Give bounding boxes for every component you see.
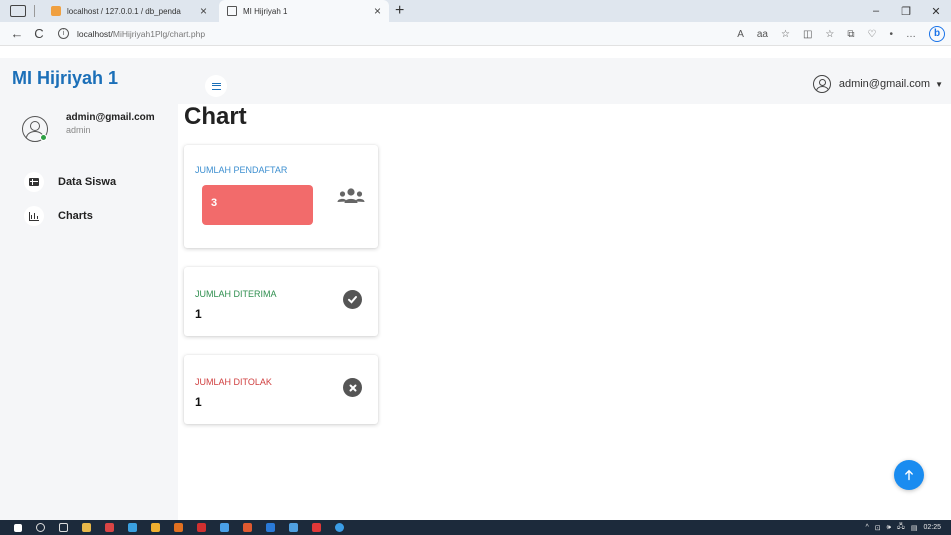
card-value: 1 bbox=[195, 307, 202, 321]
clock-time[interactable]: 02:25 bbox=[923, 524, 941, 531]
tab-title: MI Hijriyah 1 bbox=[243, 6, 288, 16]
online-status-icon bbox=[40, 134, 47, 141]
stat-card-diterima: JUMLAH DITERIMA 1 bbox=[184, 267, 378, 336]
back-button[interactable]: ← bbox=[6, 26, 28, 41]
split-screen-icon[interactable]: ◫ bbox=[803, 29, 812, 40]
tab-title: localhost / 127.0.0.1 / db_penda bbox=[67, 6, 181, 16]
edge-icon[interactable] bbox=[128, 523, 137, 532]
tray-wifi-icon[interactable]: 🖧 bbox=[897, 522, 905, 533]
read-aloud-icon[interactable]: A bbox=[737, 29, 744, 40]
app-icon[interactable] bbox=[174, 523, 183, 532]
url-path: MiHijriyah1Plg/chart.php bbox=[112, 28, 206, 39]
stat-card-pendaftar: JUMLAH PENDAFTAR 3 bbox=[184, 145, 378, 248]
task-view-icon[interactable] bbox=[59, 523, 68, 532]
collections-icon[interactable]: ⧉ bbox=[847, 29, 854, 40]
favorites-icon[interactable]: ☆ bbox=[825, 29, 834, 40]
system-tray: ^ ⊡ 🕪 🖧 ▤ 02:25 bbox=[865, 520, 941, 535]
sidebar: admin@gmail.com admin Data Siswa Charts bbox=[0, 104, 178, 520]
card-value: 3 bbox=[202, 185, 313, 225]
extensions-icon[interactable]: • bbox=[889, 29, 893, 40]
address-bar: ← C i localhost/MiHijriyah1Plg/chart.php… bbox=[0, 22, 951, 46]
card-label: JUMLAH DITOLAK bbox=[195, 377, 272, 387]
card-label: JUMLAH DITERIMA bbox=[195, 289, 277, 299]
check-circle-icon bbox=[343, 290, 362, 309]
app-icon[interactable] bbox=[243, 523, 252, 532]
browser-tab-bar: localhost / 127.0.0.1 / db_penda × MI Hi… bbox=[0, 0, 951, 22]
new-tab-button[interactable]: + bbox=[395, 2, 404, 20]
app-icon[interactable] bbox=[105, 523, 114, 532]
phpmyadmin-favicon-icon bbox=[51, 6, 61, 16]
app-icon[interactable] bbox=[220, 523, 229, 532]
stat-card-ditolak: JUMLAH DITOLAK 1 bbox=[184, 355, 378, 424]
url-host: localhost/ bbox=[77, 28, 113, 39]
minimize-button[interactable]: – bbox=[861, 5, 891, 17]
scroll-to-top-button[interactable] bbox=[894, 460, 924, 490]
tab-separator bbox=[34, 5, 35, 17]
tray-volume-icon[interactable]: 🕪 bbox=[887, 524, 891, 532]
app-icon[interactable] bbox=[289, 523, 298, 532]
reload-button[interactable]: C bbox=[28, 26, 50, 41]
sidebar-user-role: admin bbox=[66, 125, 91, 135]
arrow-up-icon bbox=[905, 469, 913, 481]
search-icon[interactable] bbox=[36, 523, 45, 532]
more-menu-icon[interactable]: … bbox=[906, 29, 916, 40]
app-icon[interactable] bbox=[312, 523, 321, 532]
header-user-email: admin@gmail.com bbox=[838, 78, 931, 90]
chrome-icon[interactable] bbox=[335, 523, 344, 532]
tab-actions-icon[interactable] bbox=[10, 5, 26, 17]
brand-title[interactable]: MI Hijriyah 1 bbox=[12, 68, 118, 89]
bar-chart-icon bbox=[29, 211, 39, 221]
browser-tab-phpmyadmin[interactable]: localhost / 127.0.0.1 / db_penda × bbox=[43, 0, 215, 22]
sidebar-item-data-siswa[interactable]: Data Siswa bbox=[24, 172, 116, 192]
file-explorer-icon[interactable] bbox=[82, 523, 91, 532]
sidebar-item-label: Charts bbox=[58, 210, 93, 222]
browser-essentials-icon[interactable]: ♡ bbox=[868, 29, 877, 40]
table-icon bbox=[29, 178, 39, 186]
copilot-icon[interactable]: b bbox=[929, 26, 945, 42]
window-controls: – ❐ ✕ bbox=[861, 0, 951, 22]
menu-icon bbox=[211, 82, 221, 90]
url-field[interactable]: i localhost/MiHijriyah1Plg/chart.php bbox=[58, 28, 205, 39]
users-icon bbox=[337, 188, 365, 203]
site-info-icon[interactable]: i bbox=[58, 28, 69, 39]
page-favicon-icon bbox=[227, 6, 237, 16]
app-icon[interactable] bbox=[197, 523, 206, 532]
tab-close-icon[interactable]: × bbox=[200, 4, 207, 18]
sidebar-item-charts[interactable]: Charts bbox=[24, 206, 93, 226]
favorite-star-icon[interactable]: ☆ bbox=[781, 29, 790, 40]
card-value: 1 bbox=[195, 395, 202, 409]
sidebar-user-email: admin@gmail.com bbox=[66, 112, 155, 123]
user-circle-icon bbox=[812, 75, 831, 93]
tray-notes-icon[interactable]: ▤ bbox=[911, 524, 918, 532]
tray-chevron-icon[interactable]: ^ bbox=[865, 524, 868, 531]
x-circle-icon bbox=[343, 378, 362, 397]
windows-start-icon[interactable] bbox=[14, 523, 22, 532]
page-title: Chart bbox=[184, 103, 247, 130]
vscode-icon[interactable] bbox=[266, 523, 275, 532]
restore-button[interactable]: ❐ bbox=[891, 5, 921, 18]
tab-close-icon[interactable]: × bbox=[374, 4, 381, 18]
app-header: MI Hijriyah 1 admin@gmail.com ▼ bbox=[0, 58, 951, 104]
close-window-button[interactable]: ✕ bbox=[921, 5, 951, 18]
browser-toolbar-icons: A aa ☆ ◫ ☆ ⧉ ♡ • … b bbox=[737, 22, 945, 46]
sidebar-item-label: Data Siswa bbox=[58, 176, 117, 188]
card-label: JUMLAH PENDAFTAR bbox=[195, 165, 288, 175]
tray-network-icon[interactable]: ⊡ bbox=[875, 524, 881, 532]
sidebar-toggle-button[interactable] bbox=[205, 75, 227, 97]
os-taskbar: ^ ⊡ 🕪 🖧 ▤ 02:25 bbox=[0, 520, 951, 535]
chevron-down-icon: ▼ bbox=[935, 79, 943, 89]
app-icon[interactable] bbox=[151, 523, 160, 532]
translate-icon[interactable]: aa bbox=[757, 29, 768, 40]
browser-tab-mi-hijriyah[interactable]: MI Hijriyah 1 × bbox=[219, 0, 389, 22]
user-menu[interactable]: admin@gmail.com ▼ bbox=[812, 75, 943, 93]
